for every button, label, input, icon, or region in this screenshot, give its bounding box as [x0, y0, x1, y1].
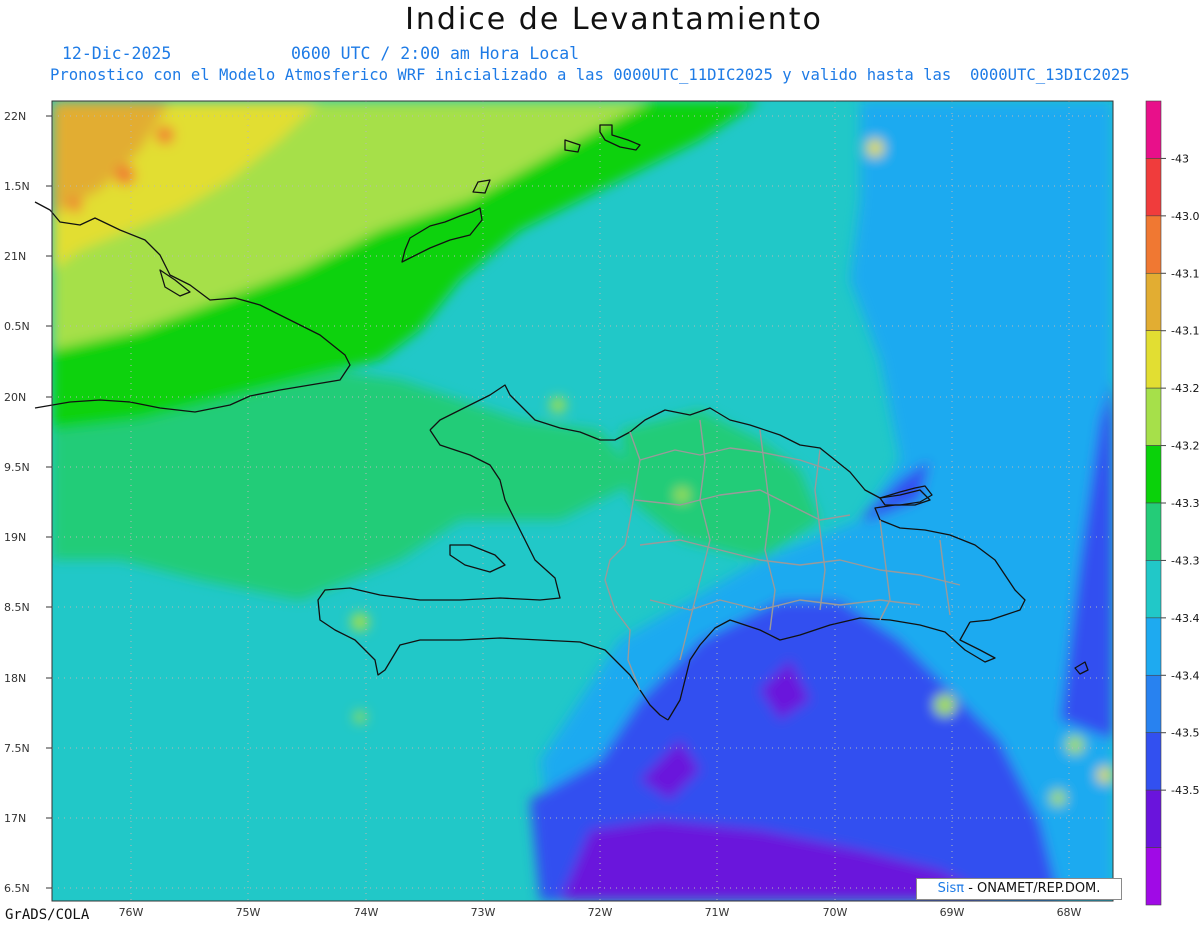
colorbar-label: -43.1 — [1171, 267, 1199, 280]
lat-ticks — [46, 115, 52, 889]
lat-axis: 22N 1.5N 21N 0.5N 20N 9.5N 19N 8.5N 18N … — [4, 110, 30, 895]
colorbar-label: -43 — [1171, 152, 1189, 165]
colorbar-label: -43.5 — [1171, 784, 1199, 797]
colorbar-label: -43.1 — [1171, 325, 1199, 338]
lon-label: 74W — [354, 906, 379, 919]
colorbar-label: -43.3 — [1171, 554, 1199, 567]
lon-axis: 76W 75W 74W 73W 72W 71W 70W 69W 68W — [119, 906, 1082, 919]
lon-label: 70W — [823, 906, 848, 919]
colorbar-swatch — [1145, 100, 1162, 159]
lat-label: 1.5N — [4, 180, 30, 193]
colorbar-swatch — [1145, 215, 1162, 274]
colorbar-swatch — [1145, 445, 1162, 504]
lat-label: 9.5N — [4, 461, 30, 474]
colorbar-swatch — [1145, 502, 1162, 561]
colorbar-label: -43.0 — [1171, 210, 1199, 223]
colorbar-swatch — [1145, 674, 1162, 734]
colorbar-swatch — [1145, 158, 1162, 217]
lat-label: 19N — [4, 531, 26, 544]
colorbar-swatch — [1145, 847, 1162, 906]
lon-label: 71W — [705, 906, 730, 919]
lat-label: 18N — [4, 672, 26, 685]
lon-label: 72W — [588, 906, 613, 919]
colorbar-swatch — [1145, 387, 1162, 446]
colorbar-swatch — [1145, 732, 1162, 791]
lat-label: 22N — [4, 110, 26, 123]
colorbar-label: -43.2 — [1171, 440, 1199, 453]
colorbar-label: -43.3 — [1171, 497, 1199, 510]
colorbar-swatch — [1145, 789, 1162, 848]
lon-label: 68W — [1057, 906, 1082, 919]
colorbar-swatch — [1145, 272, 1162, 332]
colorbar-swatch — [1145, 617, 1162, 676]
lon-label: 69W — [940, 906, 965, 919]
colorbar-swatch — [1145, 330, 1162, 389]
credit-sis: Sis — [937, 881, 957, 896]
lon-label: 75W — [236, 906, 261, 919]
colorbar-label: -43.4 — [1171, 669, 1199, 682]
grads-footer: GrADS/COLA — [5, 907, 90, 923]
lat-label: 21N — [4, 250, 26, 263]
lon-label: 76W — [119, 906, 144, 919]
credit-box: Sisπ - ONAMET/REP.DOM. — [916, 878, 1122, 900]
lat-label: 7.5N — [4, 742, 30, 755]
lat-label: 20N — [4, 391, 26, 404]
pi-symbol-icon: π — [956, 881, 965, 896]
lifted-index-field — [52, 101, 1113, 901]
map-canvas: 22N 1.5N 21N 0.5N 20N 9.5N 19N 8.5N 18N … — [4, 100, 1199, 919]
lat-label: 17N — [4, 812, 26, 825]
lat-label: 6.5N — [4, 882, 30, 895]
colorbar-labels: -43 -43.0 -43.1 -43.1 -43.2 -43.2 -43.3 -43.3 -4… — [1171, 152, 1199, 797]
colorbar-label: -43.2 — [1171, 382, 1199, 395]
lat-label: 0.5N — [4, 320, 30, 333]
credit-text: - ONAMET/REP.DOM. — [964, 881, 1101, 896]
colorbar-swatch — [1145, 560, 1162, 619]
colorbar-label: -43.5 — [1171, 727, 1199, 740]
colorbar-label: -43.4 — [1171, 612, 1199, 625]
lon-label: 73W — [471, 906, 496, 919]
colorbar — [1145, 100, 1166, 906]
lat-label: 8.5N — [4, 601, 30, 614]
